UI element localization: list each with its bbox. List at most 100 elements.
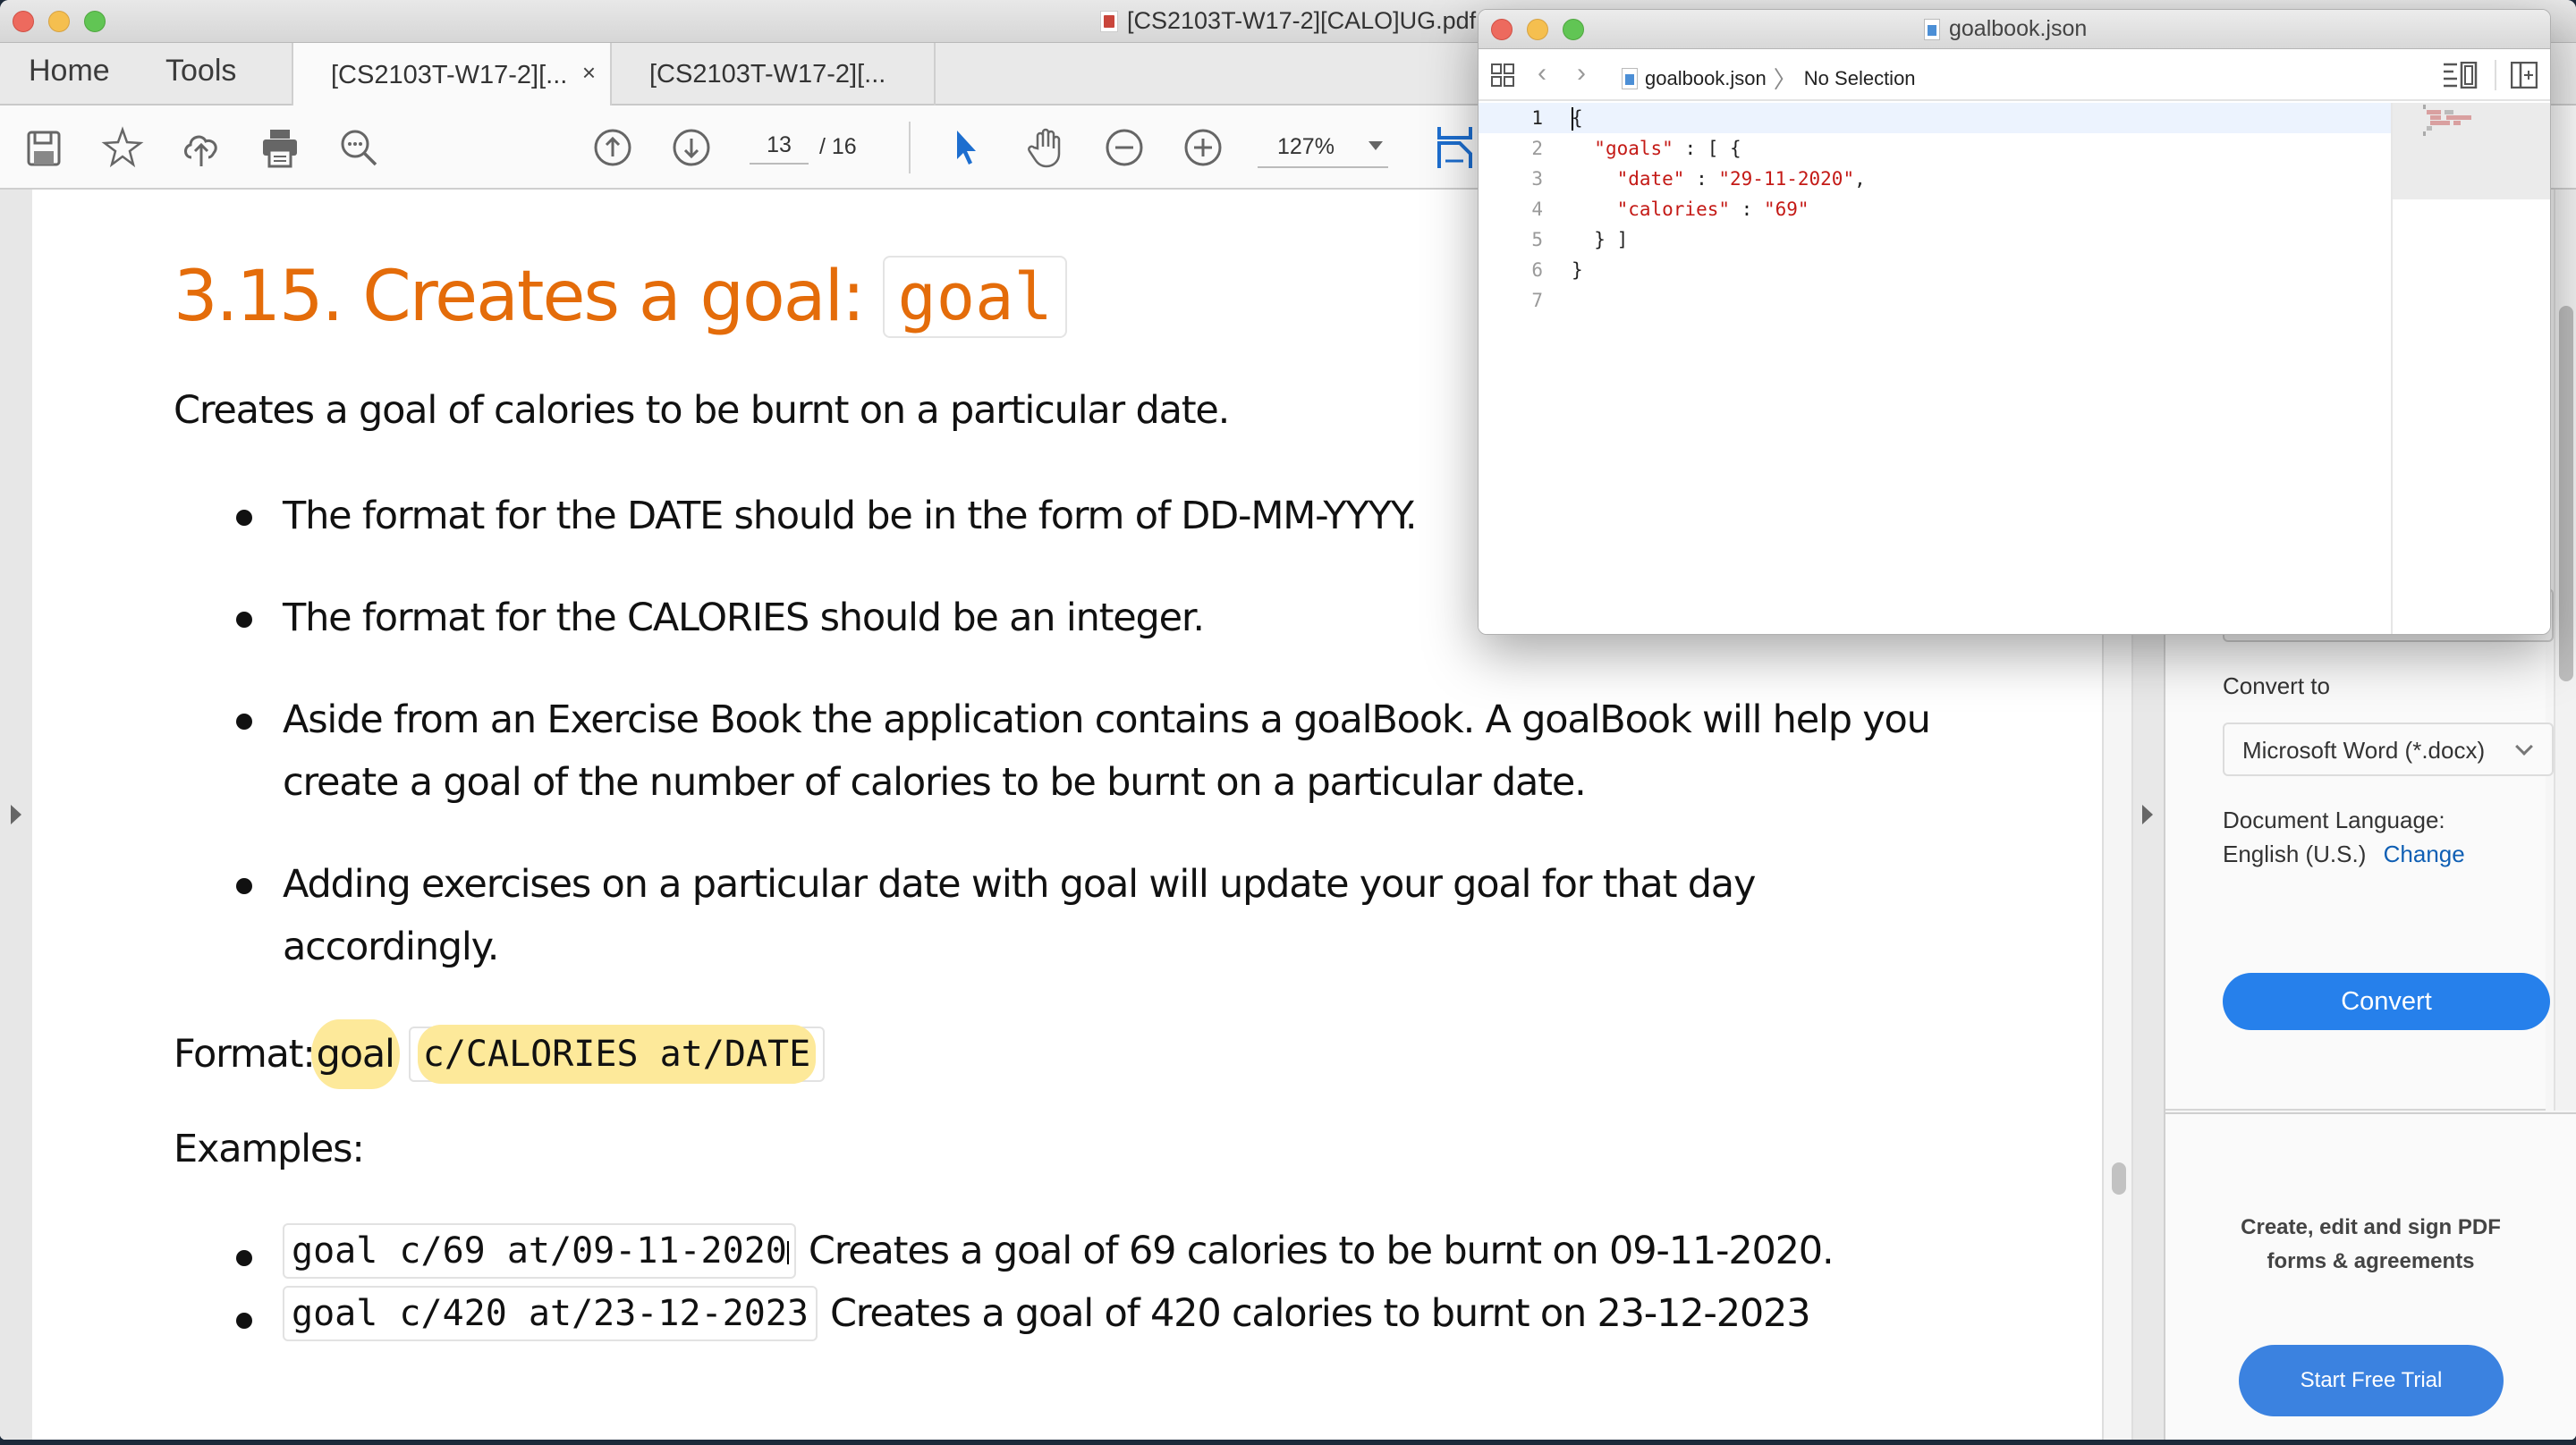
convert-format-value: Microsoft Word (*.docx) [2242, 737, 2486, 764]
example-item: goal c/420 at/23-12-2023 Creates a goal … [174, 1286, 1962, 1348]
bullet-dot [236, 714, 252, 730]
page-up-icon[interactable] [590, 125, 635, 170]
json-string: "69" [1763, 199, 1809, 220]
editor-options-icon[interactable] [2443, 61, 2479, 89]
minimap-viewport[interactable] [2393, 103, 2550, 199]
bullet-text: create a goal of the number of calories … [283, 760, 1587, 805]
page-number-input[interactable]: 13 [750, 132, 809, 165]
json-string: "calories" [1616, 199, 1731, 220]
back-nav-icon[interactable]: ‹ [1538, 58, 1546, 89]
breadcrumb-separator-icon: 〉 [1773, 66, 1797, 93]
breadcrumb: goalbook.json 〉 No Selection [1622, 62, 1916, 95]
print-icon[interactable] [258, 125, 302, 170]
save-icon[interactable] [21, 125, 66, 170]
convert-button[interactable]: Convert [2223, 973, 2550, 1030]
format-args-code: c/CALORIES at/DATE [408, 1025, 826, 1084]
json-punctuation: : [1684, 168, 1719, 190]
upload-cloud-icon[interactable] [179, 125, 224, 170]
close-tab-icon[interactable]: × [582, 59, 596, 87]
section-heading: 3.15. Creates a goal: goal [174, 256, 1067, 338]
editor-close-button[interactable] [1491, 19, 1513, 40]
json-punctuation: , [1854, 168, 1866, 190]
related-items-icon[interactable] [1491, 63, 1514, 87]
editor-minimize-button[interactable] [1527, 19, 1548, 40]
left-panel-toggle[interactable] [0, 190, 32, 1440]
intro-paragraph: Creates a goal of calories to be burnt o… [174, 388, 1230, 433]
document-language-value: English (U.S.) [2223, 841, 2367, 867]
document-tab-label: [CS2103T-W17-2][... [649, 59, 886, 89]
example-description: Creates a goal of 420 calories to burnt … [829, 1291, 1811, 1336]
json-string: "date" [1616, 168, 1685, 190]
jumpbar-divider [2495, 60, 2496, 90]
code-line[interactable]: 6} [1479, 255, 2391, 285]
code-text: "calories" : "69" [1572, 194, 1809, 224]
hand-tool-icon[interactable] [1023, 125, 1068, 170]
zoom-window-button[interactable] [84, 11, 106, 32]
bullet-dot [236, 1250, 252, 1266]
right-panel-scrollbar-thumb[interactable] [2559, 306, 2573, 681]
json-string: "goals" [1594, 138, 1674, 159]
code-line[interactable]: 7 [1479, 285, 2391, 316]
line-number: 7 [1531, 290, 1543, 311]
minimap[interactable] [2391, 103, 2550, 634]
minimap-line [2430, 121, 2450, 125]
bullet-dot [236, 510, 252, 526]
minimize-window-button[interactable] [48, 11, 70, 32]
line-number: 6 [1531, 259, 1543, 281]
format-command-highlighted: goal [310, 1019, 400, 1089]
start-free-trial-button[interactable]: Start Free Trial [2239, 1345, 2504, 1416]
code-text: "date" : "29-11-2020", [1572, 164, 1866, 194]
bullet-text: Adding exercises on a particular date wi… [283, 862, 1756, 907]
document-tab-active[interactable]: [CS2103T-W17-2][... × [292, 43, 612, 107]
breadcrumb-selection[interactable]: No Selection [1804, 67, 1916, 90]
code-line[interactable]: 1{ [1479, 103, 2391, 133]
code-line[interactable]: 4 "calories" : "69" [1479, 194, 2391, 224]
select-pointer-icon[interactable] [945, 125, 989, 170]
collapse-arrow-icon [2142, 805, 2153, 824]
code-line[interactable]: 2 "goals" : [ { [1479, 133, 2391, 164]
minimap-line [2427, 126, 2432, 131]
tab-home[interactable]: Home [29, 54, 110, 89]
bullet-text: The format for the DATE should be in the… [283, 494, 1418, 538]
add-editor-split-icon[interactable] [2510, 61, 2538, 89]
json-punctuation [1572, 138, 1594, 159]
fit-width-icon[interactable] [1435, 125, 1479, 170]
minimap-line [2453, 121, 2461, 125]
code-line[interactable]: 3 "date" : "29-11-2020", [1479, 164, 2391, 194]
line-number: 5 [1531, 229, 1543, 250]
forward-nav-icon[interactable]: › [1577, 58, 1586, 89]
bookmark-star-icon[interactable] [100, 125, 145, 170]
right-panel-scrollbar[interactable] [2554, 190, 2576, 1111]
line-number: 3 [1531, 168, 1543, 190]
json-punctuation: : [ { [1673, 138, 1741, 159]
code-editor[interactable]: 1{2 "goals" : [ {3 "date" : "29-11-2020"… [1479, 103, 2391, 634]
close-window-button[interactable] [13, 11, 34, 32]
json-punctuation: { [1572, 107, 1583, 129]
zoom-in-icon[interactable] [1181, 125, 1225, 170]
zoom-level-dropdown[interactable]: 127% [1258, 129, 1388, 168]
json-file-icon [1924, 18, 1940, 40]
document-tab[interactable]: [CS2103T-W17-2][... [612, 43, 936, 106]
promo-line: forms & agreements [2267, 1249, 2475, 1273]
convert-format-select[interactable]: Microsoft Word (*.docx) [2223, 722, 2554, 776]
editor-zoom-button[interactable] [1563, 19, 1584, 40]
page-down-icon[interactable] [669, 125, 714, 170]
json-punctuation [1572, 199, 1617, 220]
promo-section: Create, edit and sign PDF forms & agreem… [2165, 1112, 2576, 1440]
bullet-dot [236, 1313, 252, 1329]
toolbar-divider [909, 122, 911, 173]
tab-tools[interactable]: Tools [165, 54, 236, 89]
json-punctuation: } [1572, 259, 1583, 281]
change-language-link[interactable]: Change [2384, 841, 2465, 867]
page-total: / 16 [819, 134, 857, 159]
zoom-out-icon[interactable] [1102, 125, 1147, 170]
breadcrumb-file[interactable]: goalbook.json [1645, 67, 1767, 90]
editor-title-text: goalbook.json [1949, 16, 2088, 41]
document-language-row: English (U.S.) Change [2223, 841, 2465, 868]
search-icon[interactable] [336, 125, 381, 170]
document-scrollbar-thumb[interactable] [2112, 1162, 2126, 1195]
jump-bar: ‹ › goalbook.json 〉 No Selection [1479, 49, 2550, 101]
format-line: Format: goal c/CALORIES at/DATE [174, 1019, 826, 1089]
code-line[interactable]: 5 } ] [1479, 224, 2391, 255]
chevron-down-icon [2515, 738, 2533, 756]
